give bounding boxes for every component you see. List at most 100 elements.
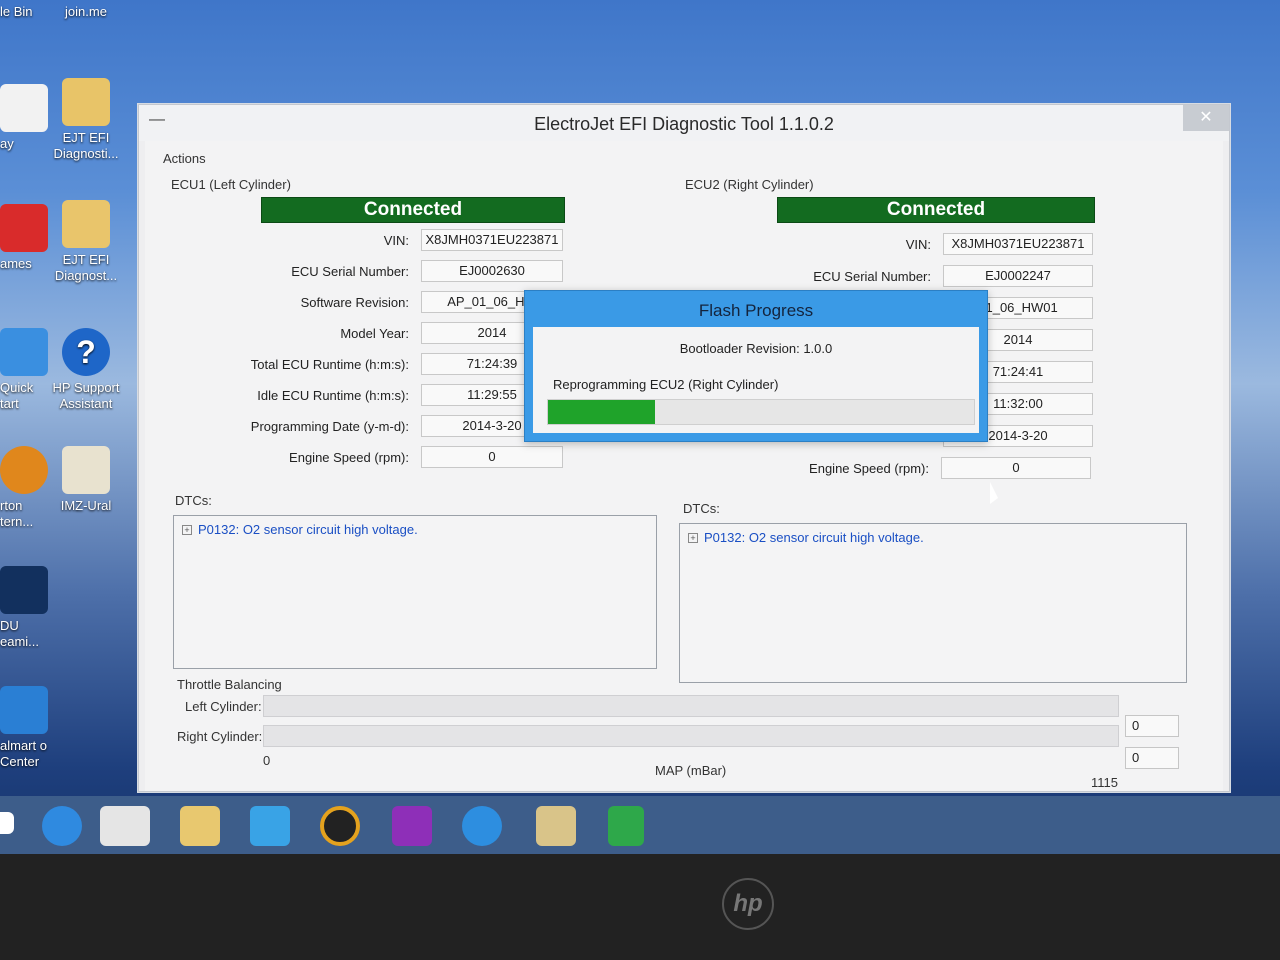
ecu1-dtc-tree[interactable]: + P0132: O2 sensor circuit high voltage. — [173, 515, 657, 669]
desktop-icons: le Bin join.me ay EJT EFI Diagnosti... a… — [0, 0, 140, 800]
desktop-icon-vudu[interactable]: DU eami... — [0, 566, 48, 650]
ecu2-vin-value: X8JMH0371EU223871 — [943, 233, 1093, 255]
desktop-icon-label: le Bin — [0, 4, 33, 19]
ecu2-engine-speed-value: 0 — [941, 457, 1091, 479]
window-client: Actions ECU1 (Left Cylinder) Connected V… — [145, 141, 1223, 791]
ecu2-serial-value: EJ0002247 — [943, 265, 1093, 287]
map-axis-min: 0 — [263, 753, 271, 768]
ecu1-dtc-label: DTCs: — [175, 493, 212, 508]
document-icon — [62, 446, 110, 494]
desktop-icon-label: DU eami... — [0, 618, 40, 649]
right-cylinder-bar — [263, 725, 1119, 747]
rocket-icon — [0, 328, 48, 376]
puzzle-app-icon[interactable] — [392, 806, 432, 846]
ecu1-serial-label: ECU Serial Number: — [291, 264, 409, 279]
expand-icon[interactable]: + — [182, 525, 192, 535]
media-player-icon[interactable] — [320, 806, 360, 846]
desktop-icon-imz-ural[interactable]: IMZ-Ural — [46, 446, 126, 514]
walmart-icon — [0, 686, 48, 734]
desktop-icon-hp-support[interactable]: ? HP Support Assistant — [46, 328, 126, 412]
taskbar — [0, 796, 1280, 854]
map-axis-label: MAP (mBar) — [655, 763, 727, 778]
desktop-icon-label: IMZ-Ural — [60, 498, 112, 513]
ecu1-engine-speed-label: Engine Speed (rpm): — [289, 450, 409, 465]
map-axis-max: 1115 — [1091, 775, 1118, 790]
start-icon[interactable] — [0, 812, 14, 834]
ecu1-engine-speed-value: 0 — [421, 446, 563, 468]
ecu1-vin-label: VIN: — [383, 233, 409, 248]
rocket-icon[interactable] — [250, 806, 290, 846]
ecu1-total-runtime-label: Total ECU Runtime (h:m:s): — [250, 357, 409, 372]
ecu2-serial-label: ECU Serial Number: — [813, 269, 931, 284]
bootloader-revision: Bootloader Revision: 1.0.0 — [679, 341, 833, 356]
desktop-icon-recycle-bin[interactable]: le Bin — [0, 4, 40, 20]
flash-progress-fill — [548, 400, 655, 424]
desktop-icon-label: almart o Center — [0, 738, 47, 769]
ecu1-programming-date-label: Programming Date (y-m-d): — [250, 419, 409, 434]
desktop-icon-games[interactable]: ames — [0, 204, 48, 272]
folder-icon — [62, 200, 110, 248]
desktop-icon-ejt-zip[interactable]: EJT EFI Diagnosti... — [46, 78, 126, 162]
electrojet-icon[interactable] — [100, 806, 150, 846]
expand-icon[interactable]: + — [688, 533, 698, 543]
zip-folder-icon — [62, 78, 110, 126]
desktop-icon-label: ay — [0, 136, 14, 151]
ecu2-dtc-text: P0132: O2 sensor circuit high voltage. — [704, 530, 924, 545]
desktop-icon-label: EJT EFI Diagnosti... — [53, 130, 119, 161]
diagnostic-tool-window: — ElectroJet EFI Diagnostic Tool 1.1.0.2… — [138, 104, 1230, 792]
desktop-icon-label: join.me — [65, 4, 107, 19]
close-button[interactable]: ✕ — [1183, 105, 1229, 131]
left-cylinder-label: Left Cylinder: — [185, 699, 262, 714]
globe-icon — [0, 446, 48, 494]
right-cylinder-label: Right Cylinder: — [177, 729, 263, 744]
desktop-icon-ebay[interactable]: ay — [0, 84, 48, 152]
hp-icon[interactable] — [462, 806, 502, 846]
desktop-icon-label: HP Support Assistant — [52, 380, 120, 411]
ecu1-idle-runtime-label: Idle ECU Runtime (h:m:s): — [257, 388, 409, 403]
flash-progress-dialog: Flash Progress Bootloader Revision: 1.0.… — [524, 290, 988, 442]
desktop-icon-quick-start[interactable]: Quick tart — [0, 328, 48, 412]
ecu2-dtc-label: DTCs: — [683, 501, 720, 516]
right-cylinder-value: 0 — [1125, 747, 1179, 769]
vudu-icon — [0, 566, 48, 614]
question-icon: ? — [62, 328, 110, 376]
ecu1-software-label: Software Revision: — [300, 295, 409, 310]
desktop-icon-norton[interactable]: rton tern... — [0, 446, 48, 530]
left-cylinder-value: 0 — [1125, 715, 1179, 737]
flash-progress-bar — [547, 399, 975, 425]
desktop-icon-joinme[interactable]: join.me — [46, 4, 126, 20]
desktop-icon-walmart[interactable]: almart o Center — [0, 686, 48, 770]
left-cylinder-bar — [263, 695, 1119, 717]
ecu1-dtc-item[interactable]: + P0132: O2 sensor circuit high voltage. — [182, 522, 418, 537]
desktop-icon-label: rton tern... — [0, 498, 34, 529]
store-icon[interactable] — [608, 806, 644, 846]
ecu1-dtc-text: P0132: O2 sensor circuit high voltage. — [198, 522, 418, 537]
ecu2-vin-label: VIN: — [905, 237, 931, 252]
ecu2-group-label: ECU2 (Right Cylinder) — [685, 177, 814, 192]
mouse-cursor-icon — [990, 482, 998, 504]
folder-icon[interactable] — [536, 806, 576, 846]
actions-menu[interactable]: Actions — [163, 151, 206, 166]
file-explorer-icon[interactable] — [180, 806, 220, 846]
laptop-bezel — [0, 854, 1280, 960]
throttle-balancing-label: Throttle Balancing — [177, 677, 282, 692]
ecu1-group-label: ECU1 (Left Cylinder) — [171, 177, 291, 192]
ecu2-engine-speed-label: Engine Speed (rpm): — [809, 461, 929, 476]
desktop-icon-label: ames — [0, 256, 32, 271]
ecu1-serial-value: EJ0002630 — [421, 260, 563, 282]
internet-explorer-icon[interactable] — [42, 806, 82, 846]
desktop-icon-ejt-folder[interactable]: EJT EFI Diagnost... — [46, 200, 126, 284]
ecu2-status: Connected — [777, 197, 1095, 223]
ecu1-model-year-label: Model Year: — [340, 326, 409, 341]
ecu1-vin-value: X8JMH0371EU223871 — [421, 229, 563, 251]
ecu2-dtc-tree[interactable]: + P0132: O2 sensor circuit high voltage. — [679, 523, 1187, 683]
reprogramming-status: Reprogramming ECU2 (Right Cylinder) — [553, 377, 779, 392]
flash-progress-title: Flash Progress — [698, 301, 814, 320]
ebay-icon — [0, 84, 48, 132]
desktop-icon-label: Quick tart — [0, 380, 34, 411]
flash-progress-body: Bootloader Revision: 1.0.0 Reprogramming… — [533, 327, 979, 433]
hp-logo-icon: hp — [722, 878, 774, 930]
games-icon — [0, 204, 48, 252]
title-bar[interactable]: — ElectroJet EFI Diagnostic Tool 1.1.0.2… — [139, 105, 1229, 141]
ecu2-dtc-item[interactable]: + P0132: O2 sensor circuit high voltage. — [688, 530, 924, 545]
